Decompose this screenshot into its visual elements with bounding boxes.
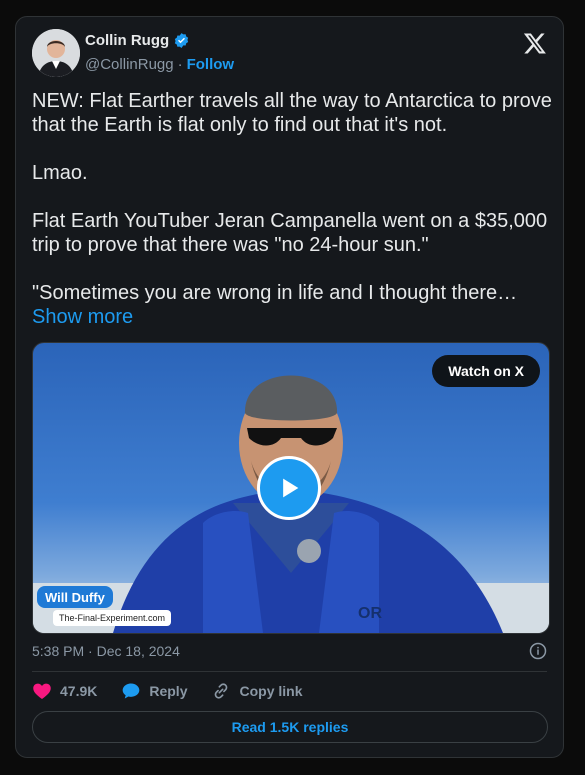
svg-text:OR: OR xyxy=(358,605,382,622)
reply-icon xyxy=(123,683,140,699)
verified-badge-icon xyxy=(173,32,190,49)
play-button[interactable] xyxy=(257,456,321,520)
separator-dot: · xyxy=(177,56,183,73)
author-name[interactable]: Collin Rugg xyxy=(85,32,169,49)
action-bar: 47.9K Reply Copy link xyxy=(32,681,303,701)
author-handle[interactable]: @CollinRugg xyxy=(85,56,174,73)
like-button[interactable]: 47.9K xyxy=(32,681,97,701)
post-timestamp[interactable]: 5:38 PM · Dec 18, 2024 xyxy=(32,643,180,659)
reply-label: Reply xyxy=(149,683,188,699)
link-icon xyxy=(215,683,228,699)
like-count: 47.9K xyxy=(60,683,98,699)
show-more-link[interactable]: Show more xyxy=(32,306,133,328)
reply-button[interactable]: Reply xyxy=(121,681,187,701)
heart-icon xyxy=(33,683,51,699)
info-icon[interactable] xyxy=(529,642,547,660)
x-logo-icon[interactable] xyxy=(523,31,547,55)
post-text: NEW: Flat Earther travels all the way to… xyxy=(32,89,552,329)
copy-link-button[interactable]: Copy link xyxy=(211,681,303,701)
follow-button[interactable]: Follow xyxy=(187,56,235,73)
video-player[interactable]: OR Watch on X Will Duffy The-Final-Exper… xyxy=(32,342,550,634)
avatar[interactable] xyxy=(32,29,80,77)
author-name-row: Collin Rugg xyxy=(85,32,190,49)
watch-on-x-button[interactable]: Watch on X xyxy=(432,355,540,387)
author-handle-row: @CollinRugg · Follow xyxy=(85,56,234,73)
read-replies-button[interactable]: Read 1.5K replies xyxy=(32,711,548,743)
tweet-card: Collin Rugg @CollinRugg · Follow NEW: Fl… xyxy=(15,16,564,758)
video-caption-name: Will Duffy xyxy=(37,586,113,608)
post-body: NEW: Flat Earther travels all the way to… xyxy=(32,90,552,304)
copy-link-label: Copy link xyxy=(239,683,303,699)
divider xyxy=(32,671,547,672)
video-caption-site: The-Final-Experiment.com xyxy=(53,610,172,626)
play-icon xyxy=(283,478,299,498)
